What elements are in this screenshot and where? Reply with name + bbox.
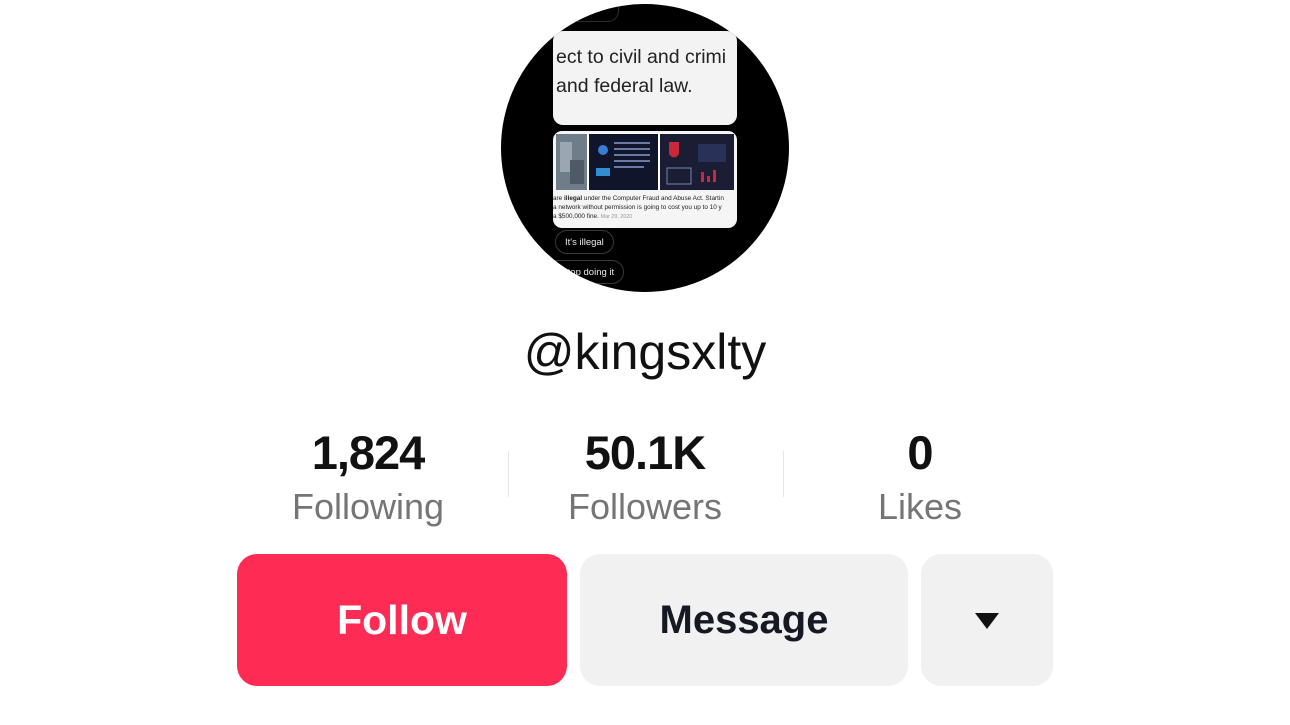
stat-following[interactable]: 1,824 Following [238,424,498,532]
following-count: 1,824 [311,426,426,479]
stat-likes[interactable]: 0 Likes [790,424,1050,532]
stat-followers[interactable]: 50.1K Followers [515,424,775,532]
avatar-card-thumbnails [556,134,734,190]
avatar-card-line-1-post: under the Computer Fraud and Abuse Act. … [582,195,724,202]
profile-header: ect to civil and crimi and federal law. [0,0,1290,725]
avatar-bubble-line-2: and federal law. [556,75,693,97]
avatar-card-line-1-pre: are [553,195,565,202]
following-label: Following [291,486,445,527]
avatar-pill-decoration [555,4,619,22]
profile-avatar[interactable]: ect to civil and crimi and federal law. [501,4,789,292]
likes-label: Likes [877,486,963,527]
follow-button[interactable]: Follow [237,554,567,686]
stat-divider [508,451,509,497]
message-button[interactable]: Message [580,554,908,686]
avatar-card-date: Mar 29, 2020 [600,214,633,220]
avatar-card-line-2: a network without permission is going to… [553,204,722,211]
more-options-button[interactable] [921,554,1053,686]
caret-down-icon [975,613,999,629]
avatar-card-line-3: a $500,000 fine. [553,213,599,220]
followers-label: Followers [567,486,723,527]
stat-divider [783,451,784,497]
avatar-bubble-line-1: ect to civil and crimi [556,46,727,68]
username: @kingsxlty [523,324,767,380]
avatar-message-bubble: ect to civil and crimi and federal law. [553,31,737,125]
followers-count: 50.1K [584,426,706,479]
avatar-link-card: are illegal under the Computer Fraud and… [553,131,737,228]
avatar-pill-1: It's illegal [555,230,614,254]
avatar-card-line-1-bold: illegal [564,195,583,202]
avatar-pill-2: o stop doing it [545,260,625,284]
likes-count: 0 [907,426,933,479]
